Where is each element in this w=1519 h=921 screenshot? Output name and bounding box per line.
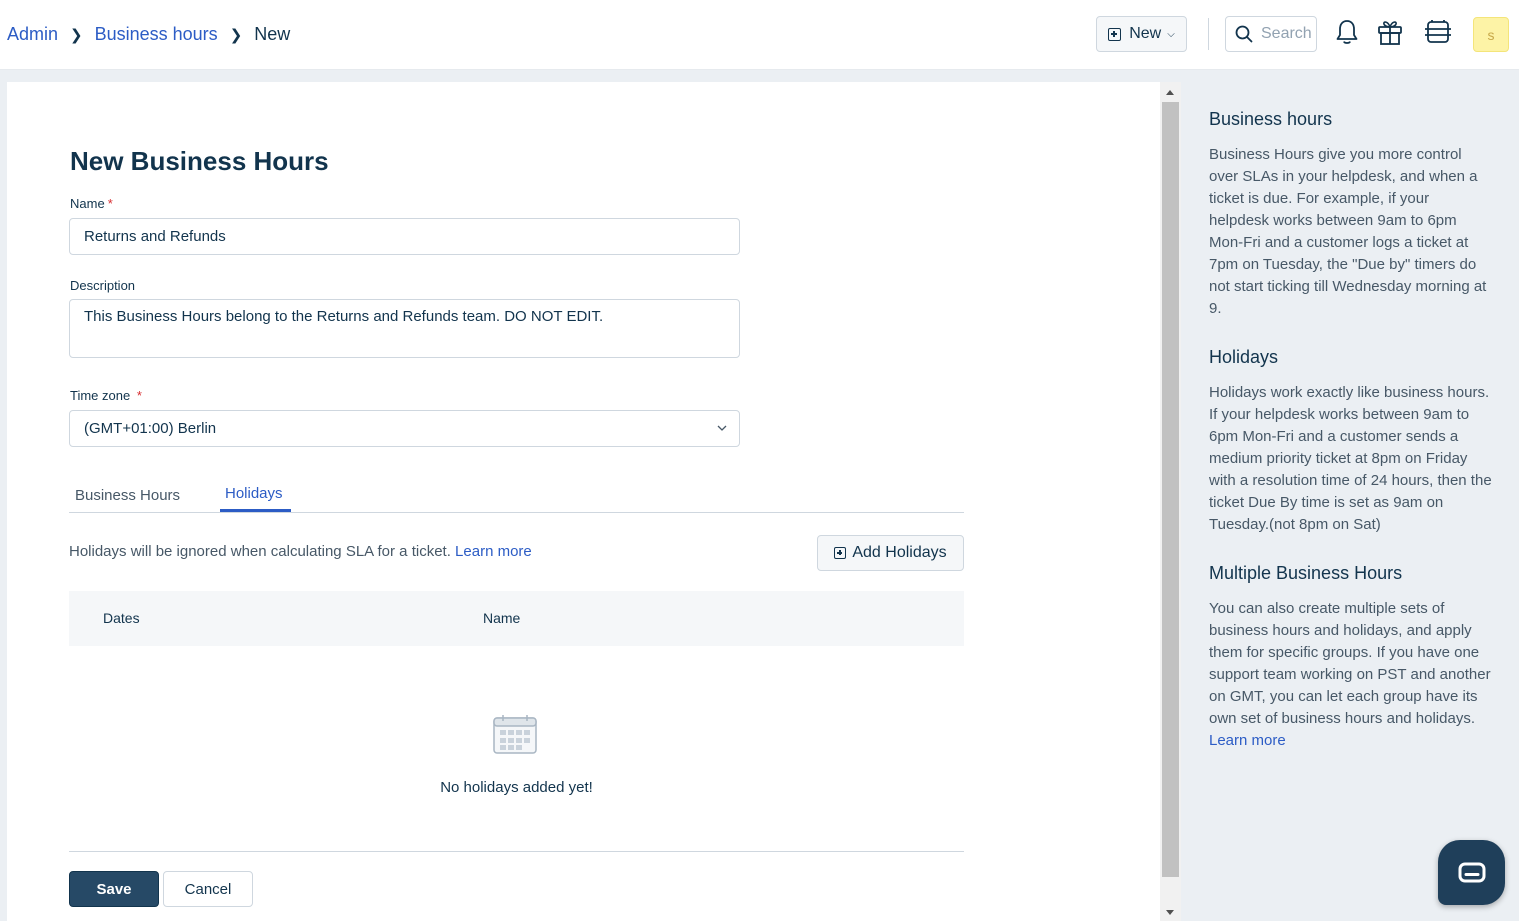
plus-square-icon bbox=[1108, 27, 1122, 41]
apps-tray-icon[interactable] bbox=[1423, 18, 1453, 46]
bell-icon[interactable] bbox=[1335, 18, 1359, 46]
column-header-name: Name bbox=[483, 610, 521, 626]
add-holidays-button[interactable]: Add Holidays bbox=[817, 535, 964, 571]
learn-more-link[interactable]: Learn more bbox=[455, 543, 532, 560]
sidebar-learn-more-link[interactable]: Learn more bbox=[1209, 732, 1286, 749]
add-holidays-label: Add Holidays bbox=[852, 544, 947, 561]
new-button[interactable]: New ⌵ bbox=[1096, 16, 1187, 52]
breadcrumb: Admin ❯ Business hours ❯ New bbox=[7, 24, 290, 45]
plus-square-icon bbox=[834, 547, 847, 559]
chevron-down-icon bbox=[717, 425, 727, 431]
timezone-select[interactable]: (GMT+01:00) Berlin bbox=[69, 410, 740, 447]
user-avatar[interactable]: s bbox=[1473, 17, 1509, 52]
footer-divider bbox=[69, 851, 964, 852]
required-mark: * bbox=[107, 196, 113, 211]
tab-holidays[interactable]: Holidays bbox=[225, 485, 283, 502]
timezone-label: Time zone * bbox=[70, 388, 142, 403]
scroll-up-arrow-icon[interactable] bbox=[1166, 90, 1174, 95]
search-icon bbox=[1235, 25, 1253, 43]
header-divider bbox=[1208, 18, 1209, 50]
timezone-value: (GMT+01:00) Berlin bbox=[84, 420, 217, 437]
chevron-right-icon: ❯ bbox=[229, 26, 243, 44]
description-label: Description bbox=[70, 278, 136, 293]
tab-bar: Business Hours Holidays bbox=[69, 480, 964, 513]
chat-bubble-icon bbox=[1458, 862, 1485, 882]
search-placeholder: Search bbox=[1261, 25, 1312, 42]
name-field[interactable]: Returns and Refunds bbox=[69, 218, 740, 255]
scroll-down-arrow-icon[interactable] bbox=[1166, 910, 1174, 915]
chevron-down-icon: ⌵ bbox=[1167, 28, 1175, 40]
calendar-icon bbox=[493, 715, 537, 754]
help-text-business-hours: Business Hours give you more control ove… bbox=[1209, 146, 1487, 317]
page-title: New Business Hours bbox=[70, 146, 329, 176]
breadcrumb-current: New bbox=[254, 24, 291, 44]
chevron-right-icon: ❯ bbox=[70, 26, 83, 44]
top-bar: Admin ❯ Business hours ❯ New New ⌵ Searc… bbox=[0, 0, 1519, 70]
breadcrumb-business-hours-link[interactable]: Business hours bbox=[95, 24, 218, 45]
breadcrumb-admin-link[interactable]: Admin bbox=[7, 24, 58, 45]
gift-icon[interactable] bbox=[1377, 18, 1403, 46]
search-input[interactable]: Search bbox=[1225, 16, 1317, 52]
holidays-table-header: Dates Name bbox=[69, 591, 964, 646]
empty-state-text: No holidays added yet! bbox=[440, 779, 593, 796]
scrollbar[interactable] bbox=[1160, 82, 1181, 921]
help-title-business-hours: Business hours bbox=[1209, 109, 1333, 129]
scrollbar-thumb[interactable] bbox=[1162, 102, 1179, 877]
help-title-multiple-business-hours: Multiple Business Hours bbox=[1209, 563, 1403, 583]
holidays-help-text: Holidays will be ignored when calculatin… bbox=[69, 543, 532, 560]
name-label: Name * bbox=[70, 196, 113, 211]
new-button-label: New bbox=[1129, 25, 1162, 42]
help-text-holidays: Holidays work exactly like business hour… bbox=[1209, 384, 1492, 533]
cancel-button[interactable]: Cancel bbox=[163, 871, 253, 907]
help-title-holidays: Holidays bbox=[1209, 347, 1279, 367]
tab-business-hours[interactable]: Business Hours bbox=[75, 487, 180, 504]
column-header-dates: Dates bbox=[103, 610, 140, 626]
help-text-multiple-business-hours: You can also create multiple sets of bus… bbox=[1209, 600, 1491, 749]
main-panel: New Business Hours Name * Returns and Ref… bbox=[7, 82, 1160, 921]
chat-widget-button[interactable] bbox=[1438, 840, 1505, 905]
help-sidebar: Business hours Business Hours give you m… bbox=[1181, 82, 1519, 921]
active-tab-indicator bbox=[220, 509, 291, 512]
description-field[interactable]: This Business Hours belong to the Return… bbox=[69, 299, 740, 358]
required-mark: * bbox=[136, 388, 142, 403]
save-button[interactable]: Save bbox=[69, 871, 159, 907]
